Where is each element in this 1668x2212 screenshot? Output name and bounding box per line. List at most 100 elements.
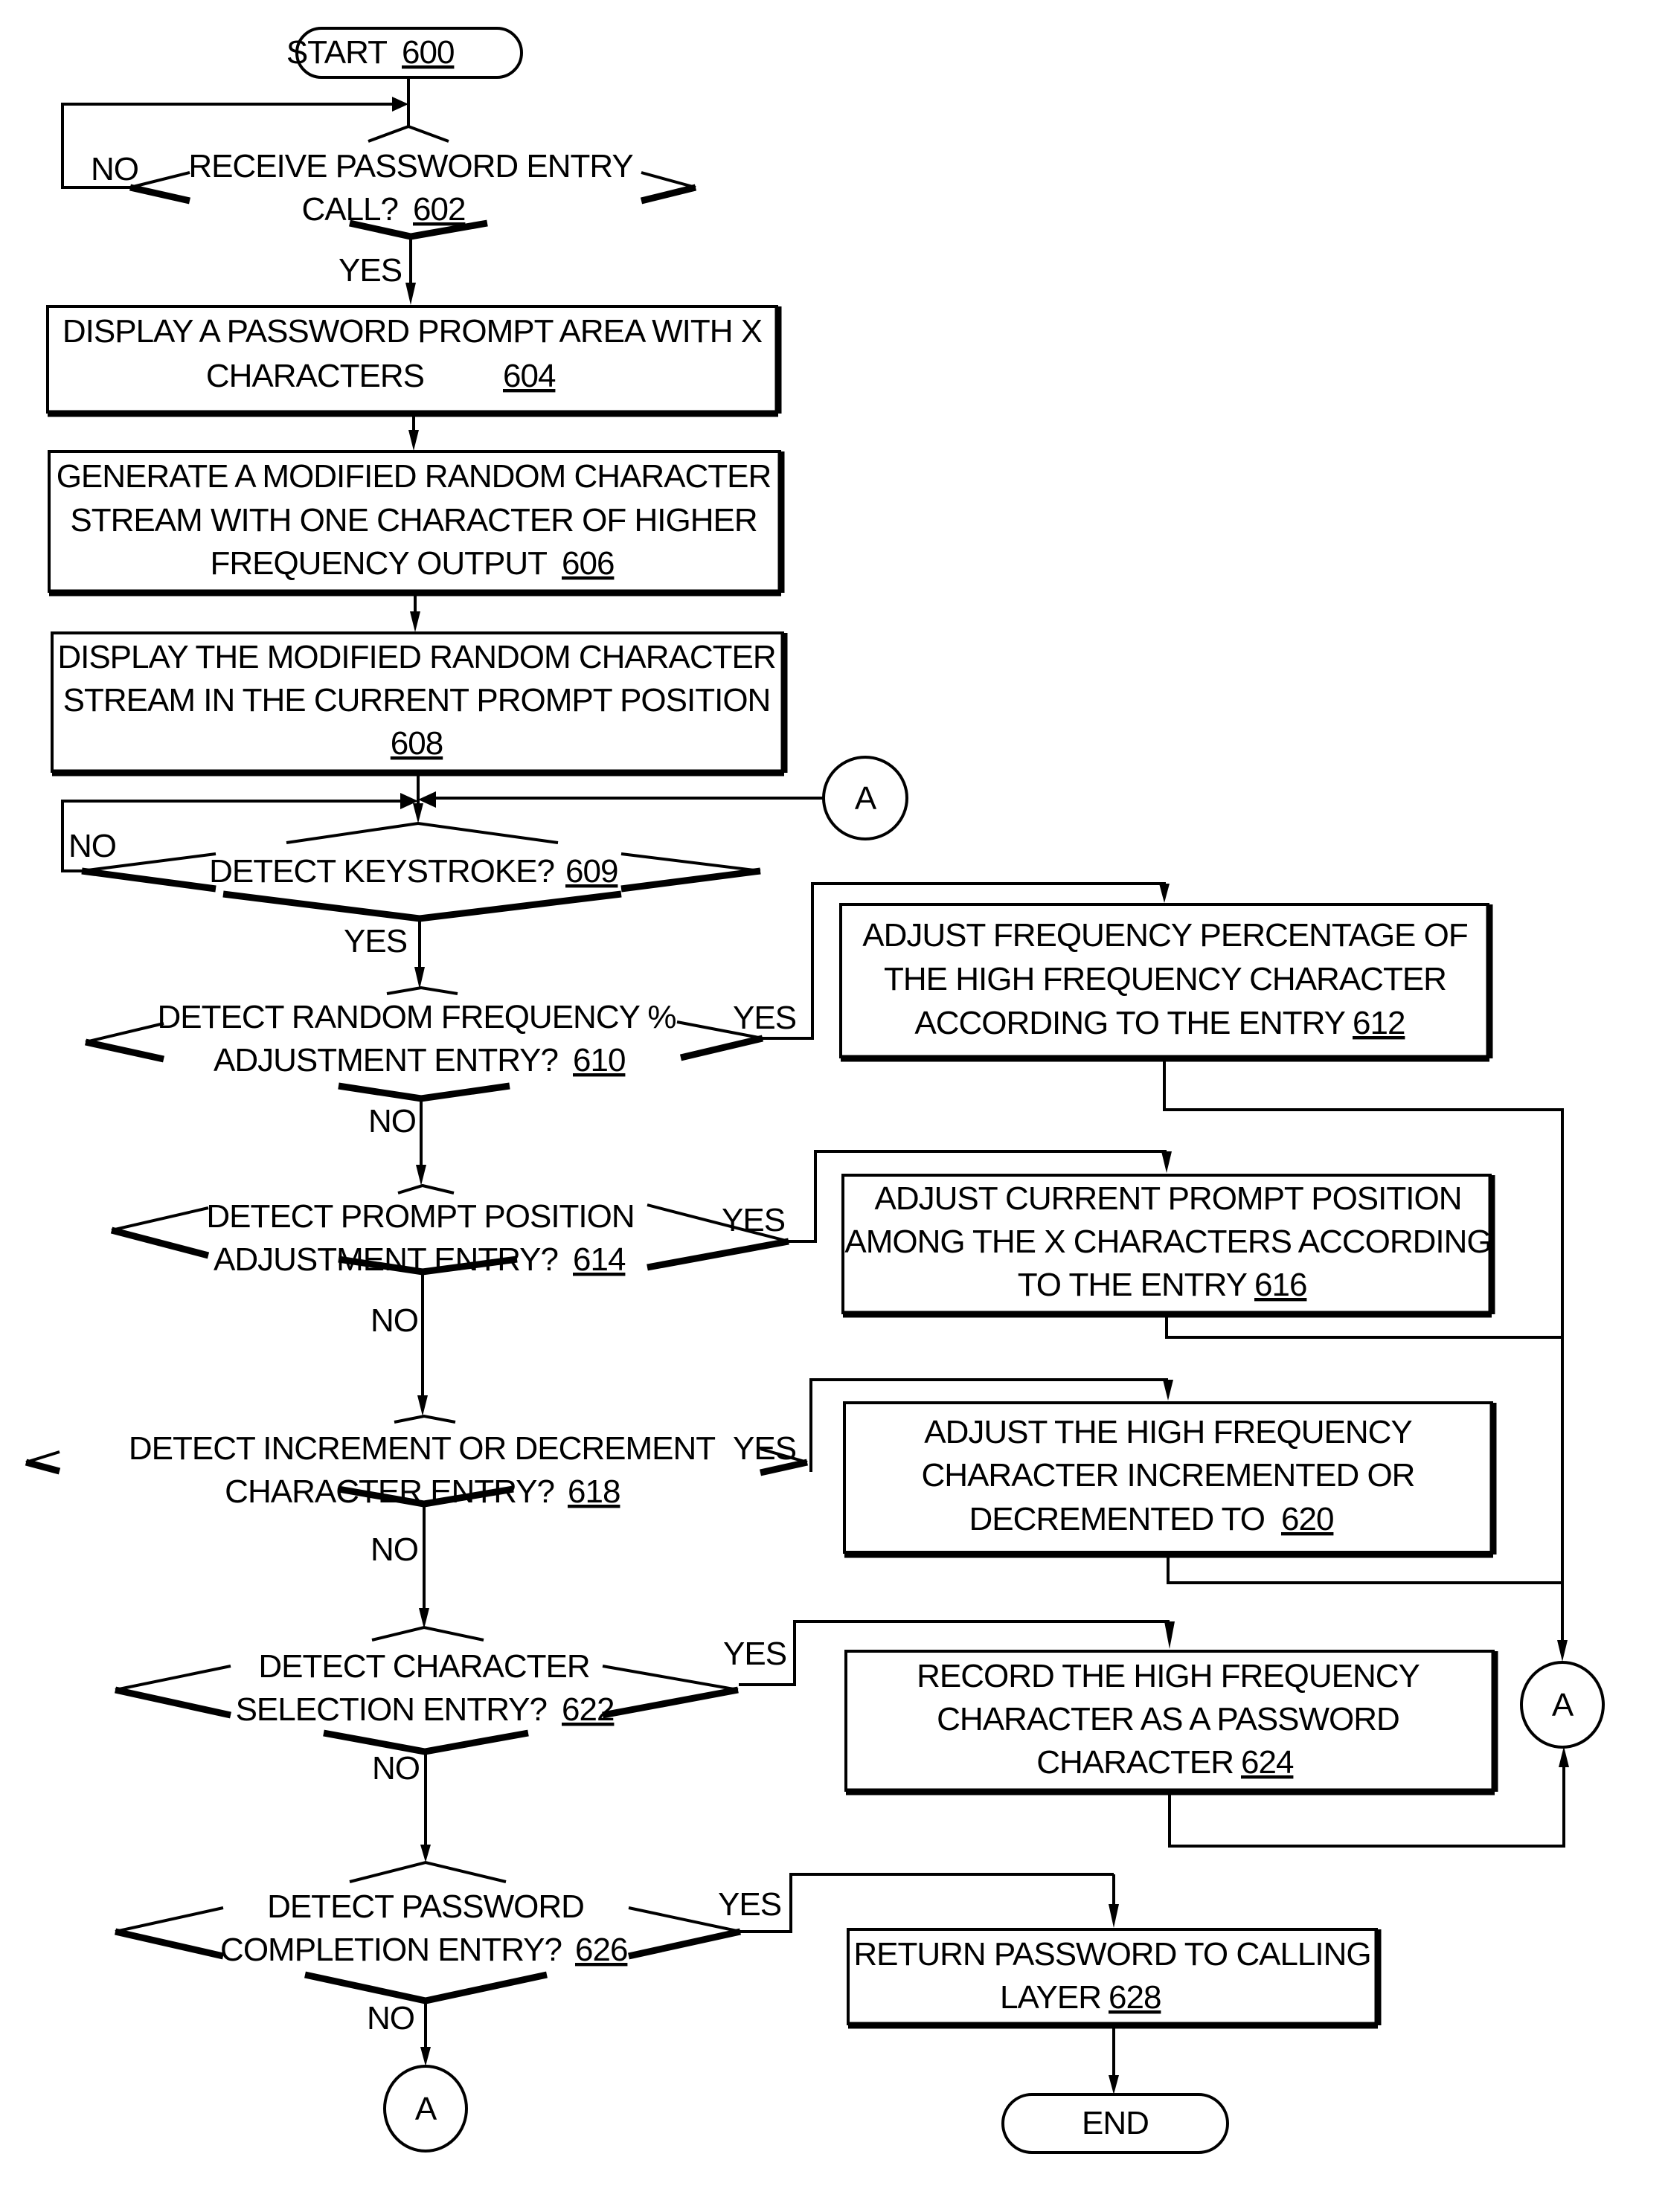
decision-609-edge [222, 890, 622, 922]
process-608-ref: 608 [391, 725, 443, 762]
decision-614-edge [397, 1183, 455, 1195]
decision-610-line-2: ADJUSTMENT ENTRY? [214, 1042, 558, 1078]
arrowhead-connector-a-bottom-left [420, 2047, 431, 2066]
process-616-line-1: ADJUST CURRENT PROMPT POSITION [875, 1180, 1462, 1217]
decision-610-edge [338, 1082, 510, 1102]
arrowhead-602-loop [392, 97, 408, 112]
decision-618-ref: 618 [568, 1473, 620, 1510]
edge-626-yes-to-628 [740, 1873, 1114, 1933]
node-609: DETECT KEYSTROKE? 609 NO YES [68, 821, 761, 959]
arrowhead-connector-a-bottom [1559, 1746, 1569, 1767]
decision-614-edge [111, 1206, 209, 1232]
decision-609-yes-label: YES [344, 923, 407, 959]
decision-614-yes-label: YES [722, 1202, 785, 1238]
decision-614-edge [647, 1238, 789, 1271]
arrowhead-606 [408, 430, 419, 451]
decision-610-edge [85, 1038, 164, 1063]
decision-618-edge [394, 1414, 456, 1424]
arrowhead-608 [410, 611, 420, 632]
process-616-line-2: AMONG THE X CHARACTERS ACCORDING [844, 1224, 1491, 1260]
decision-602-line-2: CALL? [301, 191, 398, 228]
arrowhead-616 [1161, 1151, 1172, 1173]
node-end: END [1001, 2093, 1229, 2154]
process-604-line-1: DISPLAY A PASSWORD PROMPT AREA WITH X [62, 313, 763, 350]
process-606-line-1: GENERATE A MODIFIED RANDOM CHARACTER [57, 458, 772, 495]
arrowhead-624 [1164, 1621, 1175, 1649]
decision-614-ref: 614 [573, 1241, 626, 1278]
decision-609-ref: 609 [565, 853, 618, 890]
process-616-ref: 616 [1254, 1267, 1306, 1303]
connector-a-top: A [822, 756, 908, 840]
decision-622-edge [602, 1686, 739, 1719]
decision-626-ref: 626 [575, 1932, 627, 1968]
decision-614-line-2: ADJUSTMENT ENTRY? [214, 1241, 558, 1278]
process-620-line-1: ADJUST THE HIGH FREQUENCY [924, 1414, 1412, 1450]
decision-610-no-label: NO [368, 1103, 416, 1139]
node-606: GENERATE A MODIFIED RANDOM CHARACTER STR… [48, 450, 785, 597]
arrowhead-612 [1159, 884, 1170, 903]
decision-626-edge [349, 1860, 507, 1883]
decision-622-edge [115, 1665, 231, 1691]
arrowhead-628 [1109, 1904, 1119, 1928]
connector-a-top-label: A [855, 780, 877, 817]
process-624-ref: 624 [1241, 1744, 1294, 1781]
arrowhead-end [1109, 2075, 1119, 2094]
decision-618-line-1: DETECT INCREMENT OR DECREMENT [129, 1430, 715, 1467]
process-608-line-1: DISPLAY THE MODIFIED RANDOM CHARACTER [57, 639, 775, 675]
decision-609-edge [81, 867, 216, 893]
node-602: RECEIVE PASSWORD ENTRY CALL? 602 NO YES [91, 124, 697, 289]
arrowhead-620 [1163, 1380, 1173, 1401]
arrowhead-604 [405, 283, 416, 305]
decision-622-ref: 622 [562, 1691, 614, 1728]
process-612-line-1: ADJUST FREQUENCY PERCENTAGE OF [862, 917, 1468, 954]
process-628-line-2: LAYER [1000, 1979, 1101, 2016]
decision-622-edge [371, 1625, 484, 1642]
process-628-ref: 628 [1109, 1979, 1161, 2016]
connector-a-bottom-label: A [415, 2091, 437, 2127]
decision-602-shape [368, 124, 449, 143]
decision-618-line-2: CHARACTER ENTRY? [225, 1473, 554, 1510]
decision-609-edge [286, 821, 559, 844]
decision-609-no-label: NO [68, 828, 116, 864]
decision-618-yes-label: YES [733, 1430, 796, 1467]
decision-622-edge [323, 1729, 529, 1755]
node-628: RETURN PASSWORD TO CALLING LAYER 628 [847, 1928, 1382, 2029]
decision-626-edge [115, 1928, 224, 1960]
process-620-ref: 620 [1281, 1501, 1333, 1537]
process-606-line-2: STREAM WITH ONE CHARACTER OF HIGHER [70, 502, 757, 538]
decision-602-edge [129, 171, 190, 189]
decision-626-edge [115, 1906, 224, 1933]
connector-a-right: A [1520, 1661, 1605, 1749]
decision-602-line-1: RECEIVE PASSWORD ENTRY [188, 148, 633, 184]
process-624-line-1: RECORD THE HIGH FREQUENCY [917, 1658, 1420, 1694]
decision-610-line-1: DETECT RANDOM FREQUENCY % [157, 999, 676, 1035]
decision-622-edge [602, 1665, 739, 1691]
decision-602-edge [641, 171, 696, 189]
arrowhead-614 [416, 1165, 426, 1186]
connector-a-right-label: A [1552, 1687, 1574, 1723]
process-616-line-3: TO THE ENTRY [1018, 1267, 1248, 1303]
decision-602-edge [640, 184, 697, 205]
node-604: DISPLAY A PASSWORD PROMPT AREA WITH X CH… [46, 305, 782, 417]
start-ref: 600 [402, 34, 454, 71]
decision-602-edge [129, 184, 190, 205]
decision-610-edge [679, 1035, 764, 1061]
decision-622-line-1: DETECT CHARACTER [258, 1648, 589, 1685]
process-606-ref: 606 [562, 545, 614, 582]
process-612-line-2: THE HIGH FREQUENCY CHARACTER [884, 961, 1446, 997]
node-612: ADJUST FREQUENCY PERCENTAGE OF THE HIGH … [839, 903, 1493, 1062]
decision-622-line-2: SELECTION ENTRY? [236, 1691, 547, 1728]
node-608: DISPLAY THE MODIFIED RANDOM CHARACTER ST… [51, 631, 788, 777]
arrowhead-622 [419, 1608, 429, 1629]
decision-626-yes-label: YES [718, 1886, 781, 1923]
node-start: START 600 [286, 27, 523, 79]
decision-618-edge [25, 1459, 61, 1475]
node-624: RECORD THE HIGH FREQUENCY CHARACTER AS A… [844, 1650, 1498, 1795]
process-612-ref: 612 [1353, 1005, 1405, 1041]
decision-610-yes-label: YES [733, 1000, 796, 1036]
process-620-line-2: CHARACTER INCREMENTED OR [922, 1457, 1415, 1494]
process-606-line-3: FREQUENCY OUTPUT [210, 545, 547, 582]
decision-614-no-label: NO [371, 1302, 418, 1339]
decision-610-edge [85, 1022, 164, 1044]
arrowhead-610 [414, 967, 425, 989]
